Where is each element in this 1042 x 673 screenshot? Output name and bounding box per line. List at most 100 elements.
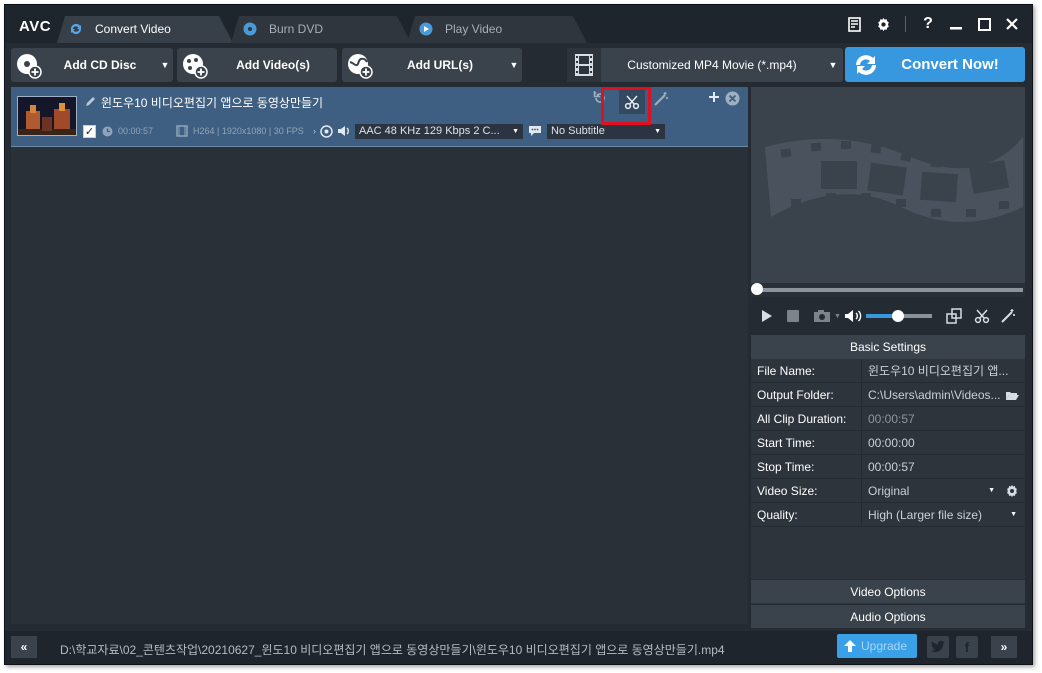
play-circle-icon bbox=[419, 22, 433, 36]
audio-track-icon bbox=[320, 124, 333, 138]
status-bar: « D:\학교자료\02_콘텐츠작업\20210627_윈도10 비디오편집기 … bbox=[5, 631, 1032, 664]
output-folder-value: C:\Users\admin\Videos... bbox=[868, 388, 1001, 402]
add-videos-button[interactable]: Add Video(s) bbox=[177, 48, 337, 82]
setting-label: Output Folder: bbox=[751, 383, 862, 406]
file-checkbox[interactable]: ✓ bbox=[83, 124, 96, 138]
setting-quality: Quality: High (Larger file size) ▼ bbox=[751, 503, 1025, 527]
stop-icon[interactable] bbox=[787, 310, 799, 322]
volume-handle[interactable] bbox=[891, 310, 904, 322]
start-time-field[interactable]: 00:00:00 bbox=[862, 431, 1025, 454]
divider bbox=[905, 16, 906, 32]
refresh-icon bbox=[856, 54, 876, 75]
clock-icon bbox=[102, 126, 113, 136]
volume-icon[interactable] bbox=[844, 309, 864, 323]
collapse-left-button[interactable]: « bbox=[11, 636, 37, 658]
upgrade-label: Upgrade bbox=[861, 639, 908, 653]
tab-label: Burn DVD bbox=[269, 22, 324, 36]
setting-file-name: File Name: 윈도우10 비디오편집기 앱... bbox=[751, 359, 1025, 383]
volume-slider[interactable] bbox=[865, 309, 932, 323]
setting-label: Start Time: bbox=[751, 431, 862, 454]
add-cd-label: Add CD Disc bbox=[63, 58, 137, 72]
tab-label: Play Video bbox=[445, 22, 503, 36]
chevron-down-icon[interactable]: ▼ bbox=[506, 60, 522, 70]
title-bar: AVC Convert Video Burn DVD Play Video ? bbox=[5, 5, 1032, 43]
chevron-down-icon: ▼ bbox=[988, 487, 995, 494]
seek-track bbox=[757, 288, 1023, 292]
folder-open-icon[interactable] bbox=[1005, 390, 1019, 401]
file-path: D:\학교자료\02_콘텐츠작업\20210627_윈도10 비디오편집기 앱으… bbox=[60, 643, 725, 657]
convert-icon bbox=[69, 22, 83, 36]
gear-icon[interactable] bbox=[873, 14, 893, 34]
remove-item-icon[interactable] bbox=[725, 91, 740, 106]
chevron-down-icon[interactable]: ▼ bbox=[834, 313, 841, 320]
toolbar: Add CD Disc ▼ Add Video(s) Add URL(s) ▼ … bbox=[5, 43, 1032, 87]
window-controls: ? bbox=[845, 14, 1022, 34]
video-size-gear-icon[interactable] bbox=[1005, 484, 1019, 498]
video-options-button[interactable]: Video Options bbox=[751, 579, 1025, 603]
video-thumbnail bbox=[17, 96, 77, 136]
chevron-down-icon: ▼ bbox=[1010, 511, 1017, 518]
video-size-select[interactable]: Original ▼ bbox=[862, 479, 1025, 502]
output-profile-select[interactable]: Customized MP4 Movie (*.mp4) ▼ bbox=[567, 48, 843, 82]
setting-all-clip-duration: All Clip Duration: 00:00:57 bbox=[751, 407, 1025, 431]
quality-select[interactable]: High (Larger file size) ▼ bbox=[862, 503, 1025, 526]
duration: 00:00:57 bbox=[118, 126, 154, 136]
audio-track-select[interactable]: AAC 48 KHz 129 Kbps 2 C... ▼ bbox=[355, 123, 523, 139]
video-info: H264 | 1920x1080 | 30 FPS bbox=[193, 126, 304, 136]
audio-options-button[interactable]: Audio Options bbox=[751, 604, 1025, 628]
player-controls: ▼ bbox=[751, 299, 1025, 333]
add-disc-icon bbox=[17, 54, 42, 79]
speaker-icon bbox=[338, 126, 349, 136]
list-icon[interactable] bbox=[845, 14, 865, 34]
twitter-icon[interactable] bbox=[927, 636, 949, 658]
output-folder-field[interactable]: C:\Users\admin\Videos... bbox=[862, 383, 1025, 406]
seek-bar[interactable] bbox=[751, 283, 1025, 297]
disc-icon bbox=[243, 22, 257, 36]
list-item[interactable]: 윈도우10 비디오편집기 앱으로 동영상만들기 ✓ 00:00:57 H264 … bbox=[11, 87, 748, 147]
tab-burn-dvd[interactable]: Burn DVD bbox=[231, 16, 411, 43]
subtitle-bubble-icon bbox=[529, 126, 541, 136]
file-name-field[interactable]: 윈도우10 비디오편집기 앱... bbox=[862, 359, 1025, 382]
setting-output-folder: Output Folder: C:\Users\admin\Videos... bbox=[751, 383, 1025, 407]
film-strip-icon bbox=[176, 125, 188, 137]
add-video-icon bbox=[183, 54, 208, 79]
detach-window-icon[interactable] bbox=[946, 308, 962, 324]
convert-now-button[interactable]: Convert Now! bbox=[845, 47, 1025, 82]
highlight-box bbox=[601, 87, 651, 125]
chevron-down-icon[interactable]: ▼ bbox=[823, 60, 843, 70]
close-icon[interactable] bbox=[1002, 14, 1022, 34]
video-size-value: Original bbox=[868, 484, 910, 498]
chevron-down-icon: ▼ bbox=[512, 127, 519, 135]
audio-track-value: AAC 48 KHz 129 Kbps 2 C... bbox=[359, 125, 500, 137]
setting-label: File Name: bbox=[751, 359, 862, 382]
scissors-icon[interactable] bbox=[974, 308, 990, 324]
stop-time-field[interactable]: 00:00:57 bbox=[862, 455, 1025, 478]
seek-handle[interactable] bbox=[751, 283, 763, 295]
subtitle-value: No Subtitle bbox=[551, 125, 605, 137]
chevron-right-icon: › bbox=[313, 126, 316, 136]
edit-pencil-icon[interactable] bbox=[85, 95, 97, 107]
add-urls-button[interactable]: Add URL(s) ▼ bbox=[342, 48, 522, 82]
chevron-down-icon[interactable]: ▼ bbox=[157, 60, 173, 70]
effects-wand-icon[interactable] bbox=[1000, 308, 1016, 324]
setting-label: Video Size: bbox=[751, 479, 862, 502]
add-cd-disc-button[interactable]: Add CD Disc ▼ bbox=[11, 48, 173, 82]
basic-settings-panel: Basic Settings File Name: 윈도우10 비디오편집기 앱… bbox=[751, 335, 1025, 628]
tab-convert-video[interactable]: Convert Video bbox=[57, 16, 233, 43]
snapshot-camera-icon[interactable] bbox=[813, 309, 833, 323]
film-reel-placeholder-icon bbox=[765, 137, 1023, 222]
maximize-icon[interactable] bbox=[974, 14, 994, 34]
minimize-icon[interactable] bbox=[946, 14, 966, 34]
file-list: 윈도우10 비디오편집기 앱으로 동영상만들기 ✓ 00:00:57 H264 … bbox=[11, 87, 748, 624]
quality-value: High (Larger file size) bbox=[868, 508, 983, 522]
effects-wand-icon[interactable] bbox=[653, 91, 669, 107]
facebook-icon[interactable]: f bbox=[956, 636, 978, 658]
play-icon[interactable] bbox=[759, 309, 773, 323]
expand-right-button[interactable]: » bbox=[991, 636, 1017, 658]
add-plus-icon[interactable] bbox=[708, 91, 720, 103]
help-icon[interactable]: ? bbox=[918, 14, 938, 34]
setting-label: Stop Time: bbox=[751, 455, 862, 478]
tab-play-video[interactable]: Play Video bbox=[407, 16, 587, 43]
subtitle-select[interactable]: No Subtitle ▼ bbox=[547, 123, 665, 139]
upgrade-button[interactable]: Upgrade bbox=[837, 634, 917, 658]
